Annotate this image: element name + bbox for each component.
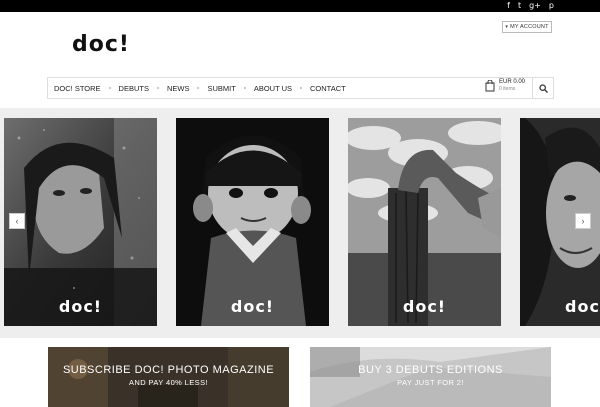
slider-next-button[interactable]: › [575, 213, 591, 229]
promo-subscribe[interactable]: SUBSCRIBE DOC! PHOTO MAGAZINE AND PAY 40… [48, 347, 289, 407]
cart-widget[interactable]: EUR 0.00 0 items [485, 79, 525, 93]
nav-label: NEWS [166, 83, 190, 93]
promo-background [310, 347, 551, 407]
nav-separator [243, 87, 246, 89]
nav-separator [108, 87, 111, 89]
nav-label: SUBMIT [207, 83, 236, 93]
search-icon [539, 83, 548, 93]
cart-amount: EUR 0.00 [499, 79, 526, 85]
nav-separator [197, 87, 200, 89]
slide-logo: doc! [565, 297, 600, 316]
slide-child-portrait[interactable]: doc! [176, 118, 329, 326]
account-label: MY ACCOUNT [510, 24, 549, 30]
promo-subtitle: AND PAY 40% LESS! [129, 378, 208, 387]
my-account-button[interactable]: ▾ MY ACCOUNT [502, 21, 552, 33]
nav-item-about-us[interactable]: ABOUT US [248, 78, 298, 98]
nav-item-news[interactable]: NEWS [161, 78, 196, 98]
facebook-icon[interactable]: f [507, 1, 510, 11]
promo-debuts[interactable]: BUY 3 DEBUTS EDITIONS PAY JUST FOR 2! [310, 347, 551, 407]
nav-separator [156, 87, 159, 89]
slide-woman-glass[interactable]: doc! [4, 118, 157, 326]
nav-item-submit[interactable]: SUBMIT [201, 78, 241, 98]
nav-label: DEBUTS [118, 83, 149, 93]
cart-items-count: 0 items [499, 86, 516, 92]
slide-hand-post[interactable]: doc! [348, 118, 501, 326]
nav-label: ABOUT US [253, 83, 293, 93]
shopping-bag-icon [485, 80, 495, 92]
slide-logo: doc! [402, 297, 447, 316]
nav-label: DOC! STORE [54, 83, 101, 93]
slide-photo [176, 118, 329, 326]
top-bar: f t g+ p [0, 0, 600, 12]
nav-item-debuts[interactable]: DEBUTS [113, 78, 155, 98]
promo-subtitle: PAY JUST FOR 2! [397, 378, 464, 387]
nav-label: CONTACT [310, 83, 346, 93]
slide-logo: doc! [230, 297, 275, 316]
site-logo[interactable]: doc! [72, 34, 130, 56]
nav-separator [300, 87, 303, 89]
slide-logo: doc! [58, 297, 103, 316]
chevron-right-icon: › [581, 216, 585, 226]
promo-title: SUBSCRIBE DOC! PHOTO MAGAZINE [62, 364, 275, 376]
slide-photo [4, 118, 157, 326]
slider-prev-button[interactable]: ‹ [9, 213, 25, 229]
promo-title: BUY 3 DEBUTS EDITIONS [358, 364, 503, 376]
google-plus-icon[interactable]: g+ [529, 1, 541, 11]
search-button[interactable] [532, 77, 554, 99]
promo-background [48, 347, 289, 407]
social-links: f t g+ p [507, 1, 554, 11]
twitter-icon[interactable]: t [518, 1, 521, 11]
chevron-left-icon: ‹ [15, 216, 19, 226]
nav-item-contact[interactable]: CONTACT [304, 78, 352, 98]
pinterest-icon[interactable]: p [549, 1, 554, 11]
chevron-down-icon: ▾ [505, 24, 509, 30]
nav-item-store[interactable]: DOC! STORE [48, 78, 107, 98]
slide-photo [348, 118, 501, 326]
main-nav: DOC! STORE DEBUTS NEWS SUBMIT ABOUT US C… [47, 77, 554, 99]
